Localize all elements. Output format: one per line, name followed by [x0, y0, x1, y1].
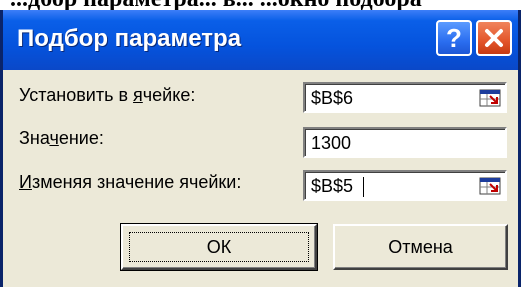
close-icon	[485, 29, 503, 47]
set-cell-value: $B$6	[311, 88, 354, 108]
collapse-dialog-icon[interactable]	[479, 88, 501, 108]
close-button[interactable]	[476, 20, 512, 56]
focus-rectangle	[129, 232, 309, 262]
text-caret	[363, 177, 364, 197]
dialog-title: Подбор параметра	[17, 25, 242, 52]
help-icon: ?	[446, 23, 462, 53]
help-button[interactable]: ?	[436, 20, 472, 56]
collapse-dialog-icon[interactable]	[479, 176, 501, 196]
set-cell-label: Установить в ячейке:	[19, 85, 196, 105]
goal-seek-dialog: Подбор параметра ? Установить в ячейке: …	[0, 10, 521, 287]
title-bar[interactable]: Подбор параметра ?	[3, 10, 518, 70]
to-value-input[interactable]: 1300	[303, 127, 507, 158]
changing-cell-value: $B$5	[311, 176, 354, 196]
ok-button[interactable]: ОК	[120, 223, 318, 271]
changing-cell-label: Изменяя значение ячейки:	[19, 172, 242, 192]
set-cell-input[interactable]: $B$6	[303, 82, 507, 113]
to-value-label: Значение:	[19, 128, 104, 148]
changing-cell-input[interactable]: $B$5	[303, 170, 507, 201]
cancel-button-label: Отмена	[388, 236, 453, 257]
cancel-button[interactable]: Отмена	[333, 224, 508, 270]
to-value-value: 1300	[311, 133, 352, 153]
